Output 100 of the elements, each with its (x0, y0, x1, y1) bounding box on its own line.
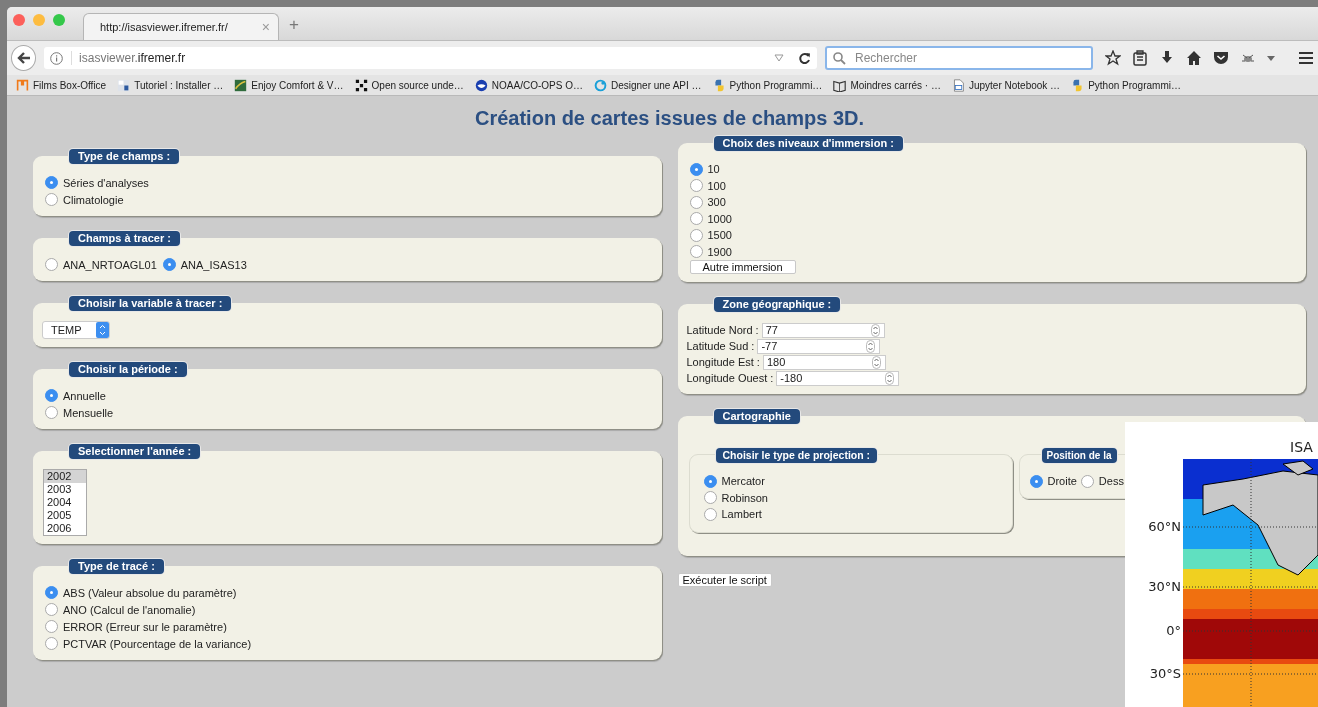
bookmark-icon (16, 78, 29, 92)
browser-tab[interactable]: http://isasviewer.ifremer.fr/ × (83, 13, 279, 40)
axis-label: 60°N (1148, 519, 1181, 534)
radio-button[interactable] (689, 162, 703, 176)
option-label: Annuelle (63, 389, 106, 402)
list-option[interactable]: 2004 (44, 496, 86, 509)
bookmark-link[interactable]: Python Programmi… (1071, 78, 1181, 92)
option-label: Climatologie (63, 193, 124, 206)
panel-legend: Champs à tracer : (69, 231, 180, 246)
option-label: 100 (707, 179, 726, 192)
field-label: Latitude Sud : (686, 340, 755, 352)
axis-label: 30°N (1148, 579, 1181, 594)
option-label: PCTVAR (Pourcentage de la variance) (63, 637, 252, 650)
run-script-button[interactable]: Exécuter le script (677, 572, 772, 587)
option-label: Mensuelle (63, 406, 114, 419)
other-depth-button[interactable]: Autre immersion (689, 260, 796, 274)
radio-button[interactable] (689, 179, 703, 193)
radio-button[interactable] (703, 474, 717, 488)
page-title: Création de cartes issues de champs 3D. (473, 106, 866, 130)
shield-icon[interactable] (1213, 50, 1229, 66)
list-option[interactable]: 2003 (44, 483, 86, 496)
option-label: Mercator (721, 475, 765, 488)
radio-button[interactable] (45, 389, 58, 402)
option-label: 1000 (707, 212, 732, 225)
option-label: ANA_ISAS13 (180, 258, 247, 271)
list-option[interactable]: 2005 (44, 509, 86, 522)
radio-button[interactable] (45, 406, 58, 419)
list-option[interactable]: 2006 (44, 522, 86, 535)
radio-button[interactable] (1029, 474, 1043, 488)
option-label: Séries d'analyses (63, 176, 149, 189)
number-field[interactable]: 77 (761, 322, 885, 338)
panel-legend: Selectionner l'année : (69, 444, 201, 459)
list-option[interactable]: 2002 (44, 470, 86, 483)
bookmark-link[interactable]: Moindres carrés · … (833, 78, 941, 92)
figure-title: ISA (1290, 439, 1313, 455)
radio-button[interactable] (45, 603, 58, 616)
radio-button[interactable] (45, 620, 58, 633)
bookmark-link[interactable]: Designer une API … (593, 78, 702, 92)
radio-button[interactable] (703, 491, 717, 505)
bookmark-link[interactable]: Enjoy Comfort & V… (234, 78, 344, 92)
option-label: Droite (1047, 475, 1077, 488)
radio-button[interactable] (45, 586, 58, 599)
panel-legend: Cartographie (713, 409, 800, 424)
option-label: 300 (707, 196, 726, 209)
search-field[interactable]: Rechercher (825, 46, 1093, 70)
url-text: isasviewer.ifremer.fr (71, 51, 766, 65)
document-icon (951, 78, 965, 92)
globe-icon (474, 78, 488, 92)
reload-icon[interactable] (798, 51, 811, 65)
address-bar[interactable]: isasviewer.ifremer.fr (44, 47, 817, 69)
variable-dropdown[interactable]: TEMP (42, 321, 110, 339)
radio-button[interactable] (1080, 474, 1094, 488)
radio-button[interactable] (703, 507, 717, 521)
menu-icon[interactable] (1298, 51, 1314, 65)
bookmark-link[interactable]: Films Box-Office (16, 78, 107, 92)
panel-legend: Choisir le type de projection : (715, 448, 878, 463)
dropdown-icon[interactable] (774, 54, 784, 62)
radio-button[interactable] (689, 245, 703, 259)
window-control-icon (53, 14, 65, 26)
year-list[interactable]: 2002 2003 2004 2005 2006 (43, 469, 87, 536)
grid-icon (354, 78, 368, 92)
bookmark-link[interactable]: NOAA/CO-OPS O… (474, 78, 583, 92)
bookmark-link[interactable]: Python Programmi… (712, 78, 823, 92)
window-control-icon (13, 14, 25, 26)
back-button[interactable] (11, 45, 37, 71)
star-icon[interactable] (1105, 50, 1121, 66)
axis-label: 30°S (1149, 666, 1181, 681)
option-label: ERROR (Erreur sur le paramètre) (63, 620, 227, 633)
home-icon[interactable] (1186, 50, 1202, 66)
clipboard-icon[interactable] (1132, 50, 1148, 66)
radio-button[interactable] (45, 637, 58, 650)
radio-button[interactable] (689, 228, 703, 242)
number-field[interactable]: -180 (776, 370, 900, 386)
bookmark-link[interactable]: Jupyter Notebook … (951, 78, 1061, 92)
spinner-icon (885, 371, 895, 385)
number-field[interactable]: 180 (762, 354, 886, 370)
bookmark-link[interactable]: Open source unde… (354, 78, 464, 92)
search-icon (833, 52, 846, 65)
radio-button[interactable] (689, 195, 703, 209)
panel-legend: Type de champs : (69, 149, 180, 164)
panel-legend: Type de tracé : (69, 559, 164, 574)
panel-legend: Choix des niveaux d'immersion : (713, 136, 903, 151)
ring-icon (593, 78, 607, 92)
field-label: Longitude Ouest : (686, 372, 774, 384)
option-label: ABS (Valeur absolue du paramètre) (63, 586, 237, 599)
number-field[interactable]: -77 (757, 338, 881, 354)
window-control-icon (33, 14, 45, 26)
option-label: 10 (707, 163, 720, 176)
option-label: Dess (1098, 475, 1124, 488)
radio-button[interactable] (45, 176, 58, 189)
panel-legend: Position de la (1041, 448, 1117, 463)
radio-button[interactable] (689, 212, 703, 226)
dropdown-icon[interactable] (1267, 55, 1275, 61)
radio-button[interactable] (45, 193, 58, 206)
option-label: 1500 (707, 229, 732, 242)
book-icon (833, 78, 847, 92)
bookmark-link[interactable]: Tutoriel : Installer … (117, 78, 224, 92)
radio-button[interactable] (162, 258, 176, 271)
radio-button[interactable] (45, 258, 58, 271)
panel-legend: Choisir la variable à tracer : (69, 296, 232, 311)
